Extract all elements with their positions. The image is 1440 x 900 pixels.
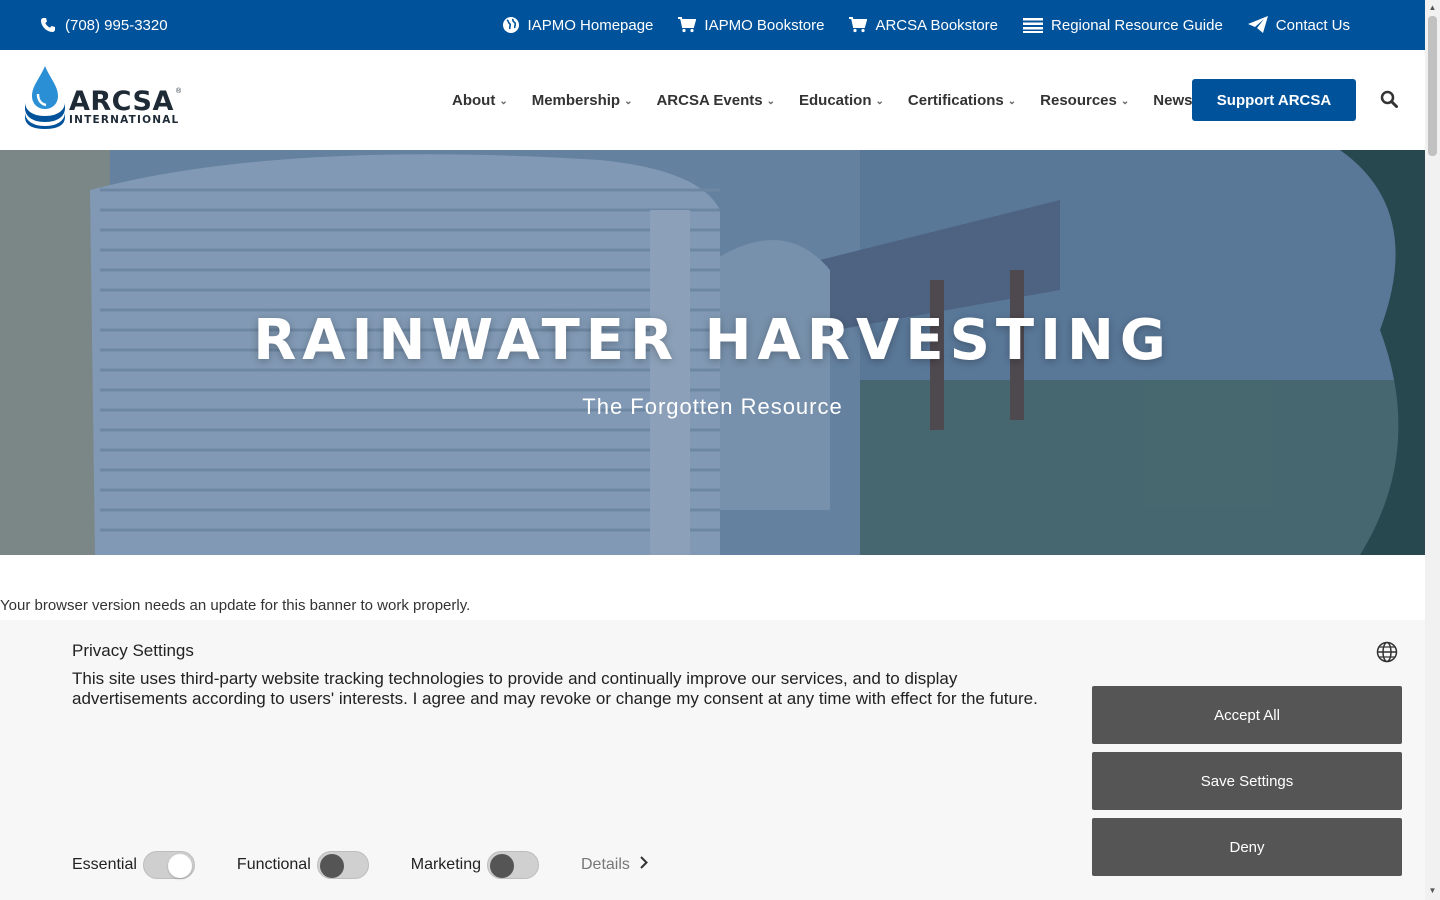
privacy-settings-description: This site uses third-party website track… xyxy=(72,669,1038,708)
accept-all-button[interactable]: Accept All xyxy=(1092,686,1402,744)
arcsa-bookstore-link[interactable]: ARCSA Bookstore xyxy=(849,17,998,34)
chevron-down-icon: ⌄ xyxy=(624,95,633,107)
logo-wordmark: ARCSA xyxy=(69,86,174,117)
nav-resources[interactable]: Resources ⌄ xyxy=(1040,92,1129,109)
scroll-up-arrow-icon[interactable]: ▲ xyxy=(1428,3,1437,13)
regional-resource-guide-link[interactable]: Regional Resource Guide xyxy=(1023,17,1223,34)
water-drop-logo-icon xyxy=(25,66,65,129)
globe-icon xyxy=(502,16,520,34)
hero-title: RAINWATER HARVESTING xyxy=(253,308,1172,373)
nav-label: Resources xyxy=(1040,91,1117,109)
essential-toggle[interactable] xyxy=(142,851,195,879)
phone-number: (708) 995-3320 xyxy=(65,16,168,34)
browser-update-notice: Your browser version needs an update for… xyxy=(0,597,471,614)
iapmo-bookstore-label: IAPMO Bookstore xyxy=(704,16,825,34)
utility-bar: (708) 995-3320 IAPMO Homepage IAPMO Book… xyxy=(0,0,1425,50)
utility-links: IAPMO Homepage IAPMO Bookstore ARCSA Boo… xyxy=(502,0,1350,50)
toggle-knob xyxy=(167,854,192,878)
chevron-down-icon: ⌄ xyxy=(875,95,884,107)
privacy-settings-title: Privacy Settings xyxy=(72,641,194,660)
chevron-down-icon: ⌄ xyxy=(766,95,775,107)
functional-toggle[interactable] xyxy=(316,851,369,879)
scroll-down-arrow-icon[interactable]: ▼ xyxy=(1428,886,1437,896)
main-nav: About ⌄ Membership ⌄ ARCSA Events ⌄ Educati… xyxy=(452,50,1229,150)
phone-icon xyxy=(40,17,56,33)
cart-icon xyxy=(678,17,697,33)
details-link[interactable]: Details xyxy=(581,856,648,874)
hero-tagline: The Forgotten Resource xyxy=(582,394,843,419)
nav-about[interactable]: About ⌄ xyxy=(452,92,508,109)
essential-label: Essential xyxy=(72,856,137,873)
nav-label: News xyxy=(1153,91,1193,109)
toggle-knob xyxy=(319,854,344,878)
details-label: Details xyxy=(581,856,630,873)
hero-banner: RAINWATER HARVESTING The Forgotten Resou… xyxy=(0,150,1425,555)
scrollbar-thumb[interactable] xyxy=(1428,16,1437,156)
marketing-toggle[interactable] xyxy=(487,851,539,879)
consent-toggles: Essential Functional Marketing Details xyxy=(72,850,648,880)
deny-button[interactable]: Deny xyxy=(1092,818,1402,876)
toggle-knob xyxy=(490,854,514,878)
iapmo-homepage-label: IAPMO Homepage xyxy=(527,16,654,34)
privacy-settings-banner: Privacy Settings This site uses third-pa… xyxy=(0,620,1425,900)
nav-certifications[interactable]: Certifications ⌄ xyxy=(908,92,1016,109)
chevron-right-icon xyxy=(640,856,648,874)
nav-label: Education xyxy=(799,91,872,109)
nav-education[interactable]: Education ⌄ xyxy=(799,92,884,109)
chevron-down-icon: ⌄ xyxy=(1120,95,1130,107)
arcsa-logo[interactable]: ARCSA ® INTERNATIONAL xyxy=(24,64,186,130)
essential-toggle-group: Essential xyxy=(72,851,195,879)
save-settings-button[interactable]: Save Settings xyxy=(1092,752,1402,810)
search-icon[interactable] xyxy=(1380,90,1400,110)
functional-label: Functional xyxy=(236,856,311,873)
chevron-down-icon: ⌄ xyxy=(499,95,508,107)
nav-label: Membership xyxy=(531,91,621,109)
nav-membership[interactable]: Membership ⌄ xyxy=(532,92,633,109)
regional-resource-guide-label: Regional Resource Guide xyxy=(1051,16,1223,34)
logo-subtitle: INTERNATIONAL xyxy=(69,114,180,126)
nav-label: ARCSA Events xyxy=(656,91,763,109)
arcsa-bookstore-label: ARCSA Bookstore xyxy=(875,16,999,34)
phone-link[interactable]: (708) 995-3320 xyxy=(40,0,168,50)
logo-registered-mark: ® xyxy=(176,88,182,95)
nav-arcsa-events[interactable]: ARCSA Events ⌄ xyxy=(656,92,775,109)
marketing-label: Marketing xyxy=(410,856,481,873)
cart-icon xyxy=(849,17,868,33)
chevron-down-icon: ⌄ xyxy=(1007,95,1017,107)
paper-plane-icon xyxy=(1247,16,1268,34)
marketing-toggle-group: Marketing xyxy=(411,851,539,879)
main-header: ARCSA ® INTERNATIONAL About ⌄ Membership ⌄… xyxy=(0,50,1425,150)
list-icon xyxy=(1023,17,1044,33)
nav-label: About xyxy=(452,91,496,109)
functional-toggle-group: Functional xyxy=(237,851,369,879)
nav-label: Certifications xyxy=(907,91,1004,109)
iapmo-homepage-link[interactable]: IAPMO Homepage xyxy=(502,16,654,34)
contact-us-link[interactable]: Contact Us xyxy=(1247,16,1350,34)
language-globe-icon[interactable] xyxy=(1376,641,1398,663)
page-scrollbar[interactable]: ▲ ▼ xyxy=(1425,0,1440,900)
iapmo-bookstore-link[interactable]: IAPMO Bookstore xyxy=(678,17,824,34)
contact-us-label: Contact Us xyxy=(1275,16,1350,34)
support-arcsa-button[interactable]: Support ARCSA xyxy=(1192,79,1356,121)
